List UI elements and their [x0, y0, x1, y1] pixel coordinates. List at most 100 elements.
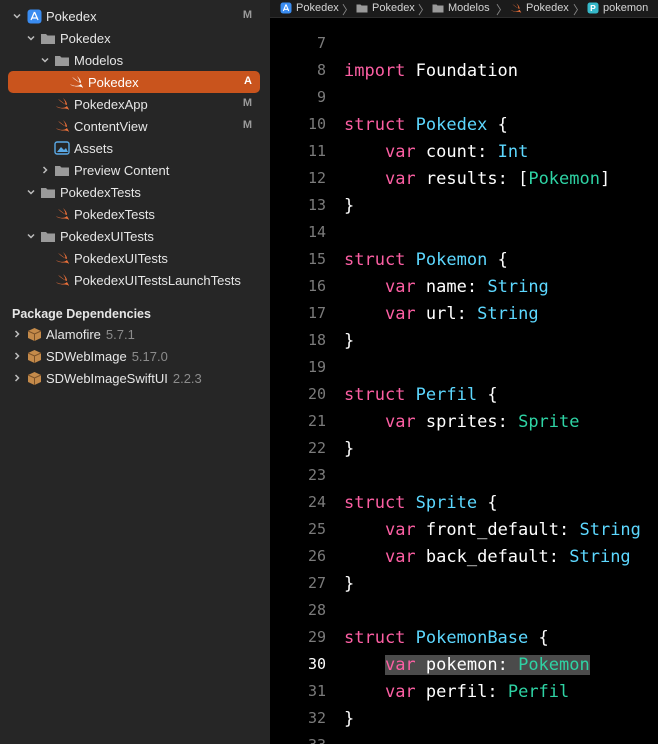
code-text: var pokemon: Pokemon: [344, 655, 590, 675]
nav-row-label: PokedexUITests: [60, 229, 154, 244]
chevron-right-icon[interactable]: [12, 373, 22, 383]
code-line[interactable]: 26 var back_default: String: [270, 544, 658, 571]
package-row-sdwebimage[interactable]: SDWebImage 5.17.0: [0, 345, 270, 367]
package-version: 5.7.1: [105, 327, 135, 342]
code-text: var url: String: [384, 304, 539, 324]
folder-icon: [54, 52, 70, 68]
code-line[interactable]: 21 var sprites: Sprite: [270, 409, 658, 436]
line-number: 8: [316, 61, 326, 79]
jump-bar-item-symbol[interactable]: P pokemon: [587, 2, 648, 14]
line-number: 15: [307, 250, 326, 268]
code-line[interactable]: 23: [270, 463, 658, 490]
package-dependencies-header: Package Dependencies: [12, 307, 151, 321]
code-text: var sprites: Sprite: [384, 412, 580, 432]
code-text: }: [344, 196, 355, 216]
code-text: var results: [Pokemon]: [384, 169, 611, 189]
nav-row-folder-modelos[interactable]: Modelos: [0, 49, 270, 71]
app-project-icon: [280, 2, 292, 14]
line-number: 12: [307, 169, 326, 187]
code-line[interactable]: 32}: [270, 706, 658, 733]
code-line[interactable]: 31 var perfil: Perfil: [270, 679, 658, 706]
nav-row-folder-pokedexuitests[interactable]: PokedexUITests: [0, 225, 270, 247]
line-number: 11: [307, 142, 326, 160]
code-line[interactable]: 11 var count: Int: [270, 139, 658, 166]
code-line[interactable]: 12 var results: [Pokemon]: [270, 166, 658, 193]
nav-row-file-pokedextests[interactable]: PokedexTests: [0, 203, 270, 225]
code-line[interactable]: 22}: [270, 436, 658, 463]
code-text: struct Pokemon {: [344, 250, 508, 270]
code-line[interactable]: 33: [270, 733, 658, 744]
package-row-alamofire[interactable]: Alamofire 5.7.1: [0, 323, 270, 345]
nav-row-file-contentview[interactable]: ContentView M: [0, 115, 270, 137]
code-line[interactable]: 28: [270, 598, 658, 625]
code-line[interactable]: 13}: [270, 193, 658, 220]
chevron-down-icon[interactable]: [26, 231, 36, 241]
code-line[interactable]: 16 var name: String: [270, 274, 658, 301]
nav-row-file-pokedex[interactable]: Pokedex A: [0, 71, 270, 93]
source-editor: Pokedex 〉 Pokedex 〉 Modelos 〉 Pokedex 〉 …: [270, 0, 658, 744]
line-number: 26: [307, 547, 326, 565]
code-text: var front_default: String: [384, 520, 641, 540]
package-label: Alamofire 5.7.1: [46, 327, 135, 342]
code-line[interactable]: 9: [270, 85, 658, 112]
scm-status-badge: A: [244, 75, 252, 87]
jump-bar-label: Pokedex: [296, 2, 339, 14]
project-navigator: Pokedex M Pokedex Modelos Pokedex A Poke…: [0, 0, 270, 744]
nav-row-file-pokedexuitestslaunchtests[interactable]: PokedexUITestsLaunchTests: [0, 269, 270, 291]
chevron-down-icon[interactable]: [26, 33, 36, 43]
chevron-down-icon[interactable]: [40, 55, 50, 65]
line-number: 19: [307, 358, 326, 376]
jump-bar-label: Pokedex: [526, 2, 569, 14]
code-line[interactable]: 27}: [270, 571, 658, 598]
swift-file-icon: [54, 250, 70, 266]
package-version: 5.17.0: [131, 349, 168, 364]
code-line[interactable]: 19: [270, 355, 658, 382]
code-line[interactable]: 7: [270, 31, 658, 58]
line-number: 7: [316, 34, 326, 52]
code-text: struct PokemonBase {: [344, 628, 549, 648]
scm-status-badge: M: [242, 9, 252, 21]
code-line[interactable]: 17 var url: String: [270, 301, 658, 328]
line-number: 33: [270, 736, 326, 744]
package-label: SDWebImage 5.17.0: [46, 349, 168, 364]
jump-bar-item-folder[interactable]: Modelos: [432, 2, 490, 14]
code-text: }: [344, 574, 355, 594]
swift-file-icon: [68, 74, 84, 90]
chevron-down-icon[interactable]: [26, 187, 36, 197]
code-line[interactable]: 10 struct Pokedex {: [270, 112, 658, 139]
nav-row-project-pokedex[interactable]: Pokedex M: [0, 5, 270, 27]
nav-row-label: PokedexApp: [74, 97, 148, 112]
code-line[interactable]: 30 var pokemon: Pokemon: [270, 652, 658, 679]
nav-row-label: ContentView: [74, 119, 148, 134]
chevron-right-icon[interactable]: [12, 351, 22, 361]
package-row-sdwebimageswiftui[interactable]: SDWebImageSwiftUI 2.2.3: [0, 367, 270, 389]
code-line[interactable]: 24 struct Sprite {: [270, 490, 658, 517]
scm-status-badge: M: [242, 97, 252, 109]
nav-row-file-pokedexuitests[interactable]: PokedexUITests: [0, 247, 270, 269]
code-line[interactable]: 29 struct PokemonBase {: [270, 625, 658, 652]
chevron-right-icon[interactable]: [12, 329, 22, 339]
nav-row-folder-pokedextests[interactable]: PokedexTests: [0, 181, 270, 203]
nav-row-assets[interactable]: Assets: [0, 137, 270, 159]
code-line[interactable]: 25 var front_default: String: [270, 517, 658, 544]
line-number: 20: [307, 385, 326, 403]
code-line[interactable]: 14: [270, 220, 658, 247]
nav-row-folder-preview-content[interactable]: Preview Content: [0, 159, 270, 181]
code-text: struct Pokedex {: [344, 115, 508, 135]
chevron-down-icon[interactable]: [12, 11, 22, 21]
swift-file-icon: [54, 118, 70, 134]
jump-bar-item-file[interactable]: Pokedex: [510, 2, 569, 14]
nav-row-file-pokedexapp[interactable]: PokedexApp M: [0, 93, 270, 115]
jump-bar-item-project[interactable]: Pokedex: [280, 2, 339, 14]
svg-text:P: P: [590, 3, 596, 13]
chevron-right-icon[interactable]: [40, 165, 50, 175]
code-line[interactable]: 8 import Foundation: [270, 58, 658, 85]
code-line[interactable]: 20 struct Perfil {: [270, 382, 658, 409]
nav-row-folder-pokedex[interactable]: Pokedex: [0, 27, 270, 49]
package-icon: [26, 348, 42, 364]
code-line[interactable]: 15 struct Pokemon {: [270, 247, 658, 274]
nav-row-label: Pokedex: [60, 31, 111, 46]
jump-bar-item-group[interactable]: Pokedex: [356, 2, 415, 14]
code-line[interactable]: 18}: [270, 328, 658, 355]
folder-icon: [356, 2, 368, 14]
